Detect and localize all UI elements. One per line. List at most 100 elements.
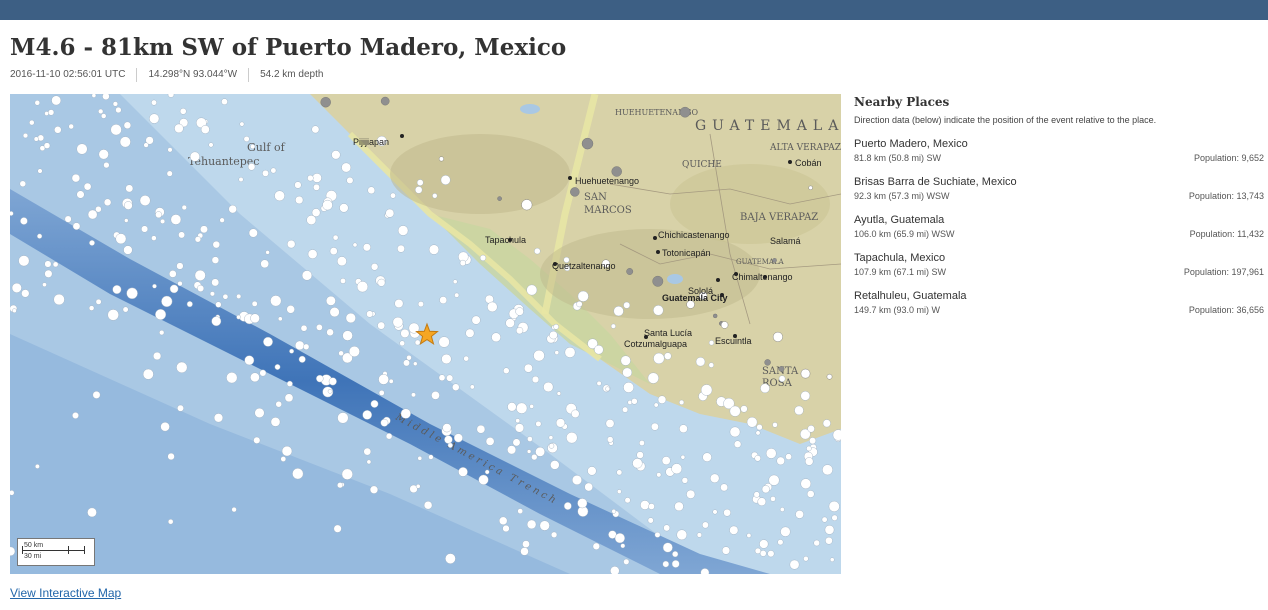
earthquake-marker[interactable] (168, 270, 177, 278)
earthquake-marker[interactable] (91, 94, 97, 98)
earthquake-marker[interactable] (110, 124, 122, 136)
earthquake-marker[interactable] (71, 173, 81, 183)
earthquake-marker[interactable] (222, 293, 229, 300)
earthquake-marker[interactable] (141, 225, 149, 233)
earthquake-marker[interactable] (695, 357, 706, 367)
earthquake-marker[interactable] (485, 437, 495, 446)
earthquake-marker[interactable] (287, 239, 296, 249)
earthquake-marker[interactable] (385, 433, 393, 440)
earthquake-marker[interactable] (780, 526, 791, 537)
earthquake-marker[interactable] (610, 323, 616, 329)
earthquake-marker[interactable] (44, 111, 49, 116)
earthquake-marker[interactable] (566, 432, 578, 444)
earthquake-marker[interactable] (194, 269, 206, 281)
earthquake-marker[interactable] (189, 151, 200, 162)
earthquake-marker[interactable] (757, 497, 767, 507)
earthquake-marker[interactable] (647, 517, 654, 524)
earthquake-marker[interactable] (729, 405, 741, 417)
earthquake-marker[interactable] (42, 282, 47, 287)
earthquake-marker[interactable] (103, 161, 110, 169)
earthquake-marker[interactable] (124, 201, 133, 210)
earthquake-marker[interactable] (438, 336, 450, 348)
earthquake-marker[interactable] (275, 401, 282, 408)
earthquake-marker[interactable] (274, 364, 281, 370)
earthquake-marker[interactable] (570, 187, 580, 197)
earthquake-marker[interactable] (507, 445, 517, 455)
earthquake-marker[interactable] (122, 306, 129, 313)
earthquake-marker[interactable] (517, 508, 524, 514)
earthquake-marker[interactable] (800, 390, 811, 401)
earthquake-marker[interactable] (37, 168, 43, 174)
earthquake-marker[interactable] (377, 278, 386, 287)
earthquake-marker[interactable] (123, 121, 132, 129)
earthquake-marker[interactable] (626, 268, 634, 275)
earthquake-marker[interactable] (253, 436, 261, 444)
earthquake-marker[interactable] (176, 361, 188, 374)
earthquake-marker[interactable] (155, 308, 167, 320)
earthquake-marker[interactable] (611, 508, 617, 514)
earthquake-marker[interactable] (439, 296, 448, 305)
earthquake-marker[interactable] (526, 519, 537, 530)
earthquake-marker[interactable] (320, 96, 331, 108)
earthquake-marker[interactable] (397, 244, 405, 253)
earthquake-marker[interactable] (362, 243, 371, 252)
earthquake-marker[interactable] (553, 323, 559, 330)
earthquake-marker[interactable] (515, 307, 524, 316)
earthquake-marker[interactable] (712, 509, 718, 515)
earthquake-marker[interactable] (740, 405, 748, 413)
earthquake-marker[interactable] (342, 330, 353, 341)
earthquake-marker[interactable] (341, 468, 353, 480)
earthquake-marker[interactable] (112, 284, 122, 294)
earthquake-marker[interactable] (406, 355, 412, 361)
earthquake-marker[interactable] (265, 250, 270, 255)
earthquake-marker[interactable] (452, 279, 458, 284)
earthquake-marker[interactable] (516, 402, 528, 414)
earthquake-marker[interactable] (362, 410, 373, 420)
earthquake-marker[interactable] (497, 196, 502, 201)
earthquake-marker[interactable] (778, 375, 786, 383)
earthquake-marker[interactable] (663, 524, 671, 532)
earthquake-marker[interactable] (576, 301, 583, 308)
earthquake-marker[interactable] (370, 399, 379, 408)
earthquake-marker[interactable] (514, 423, 525, 433)
earthquake-marker[interactable] (68, 123, 74, 130)
earthquake-marker[interactable] (167, 147, 173, 153)
earthquake-marker[interactable] (454, 292, 460, 298)
earthquake-marker[interactable] (294, 181, 302, 189)
earthquake-marker[interactable] (671, 463, 683, 475)
earthquake-marker[interactable] (828, 500, 840, 512)
earthquake-marker[interactable] (88, 305, 95, 311)
earthquake-marker[interactable] (648, 503, 655, 510)
earthquake-marker[interactable] (167, 519, 174, 525)
earthquake-marker[interactable] (329, 247, 338, 256)
earthquake-marker[interactable] (584, 482, 594, 492)
earthquake-marker[interactable] (263, 336, 273, 347)
earthquake-marker[interactable] (107, 309, 119, 321)
earthquake-marker[interactable] (243, 136, 250, 143)
earthquake-marker[interactable] (746, 416, 758, 428)
earthquake-marker[interactable] (348, 345, 360, 357)
earthquake-marker[interactable] (720, 321, 729, 329)
earthquake-marker[interactable] (125, 184, 134, 193)
earthquake-marker[interactable] (151, 235, 157, 241)
earthquake-marker[interactable] (760, 383, 770, 394)
earthquake-marker[interactable] (785, 453, 792, 461)
earthquake-marker[interactable] (729, 525, 739, 535)
earthquake-marker[interactable] (795, 510, 804, 519)
earthquake-marker[interactable] (529, 404, 535, 409)
earthquake-marker[interactable] (345, 312, 356, 324)
earthquake-marker[interactable] (119, 136, 131, 148)
earthquake-marker[interactable] (10, 211, 14, 216)
earthquake-marker[interactable] (339, 203, 349, 213)
earthquake-marker[interactable] (453, 433, 463, 443)
earthquake-marker[interactable] (505, 318, 515, 328)
earthquake-marker[interactable] (64, 215, 72, 223)
earthquake-marker[interactable] (623, 301, 631, 309)
earthquake-marker[interactable] (259, 369, 267, 377)
earthquake-marker[interactable] (620, 543, 626, 549)
earthquake-marker[interactable] (22, 132, 29, 139)
earthquake-marker[interactable] (250, 372, 260, 383)
earthquake-marker[interactable] (753, 491, 760, 498)
earthquake-marker[interactable] (72, 222, 81, 230)
earthquake-marker[interactable] (277, 316, 283, 322)
